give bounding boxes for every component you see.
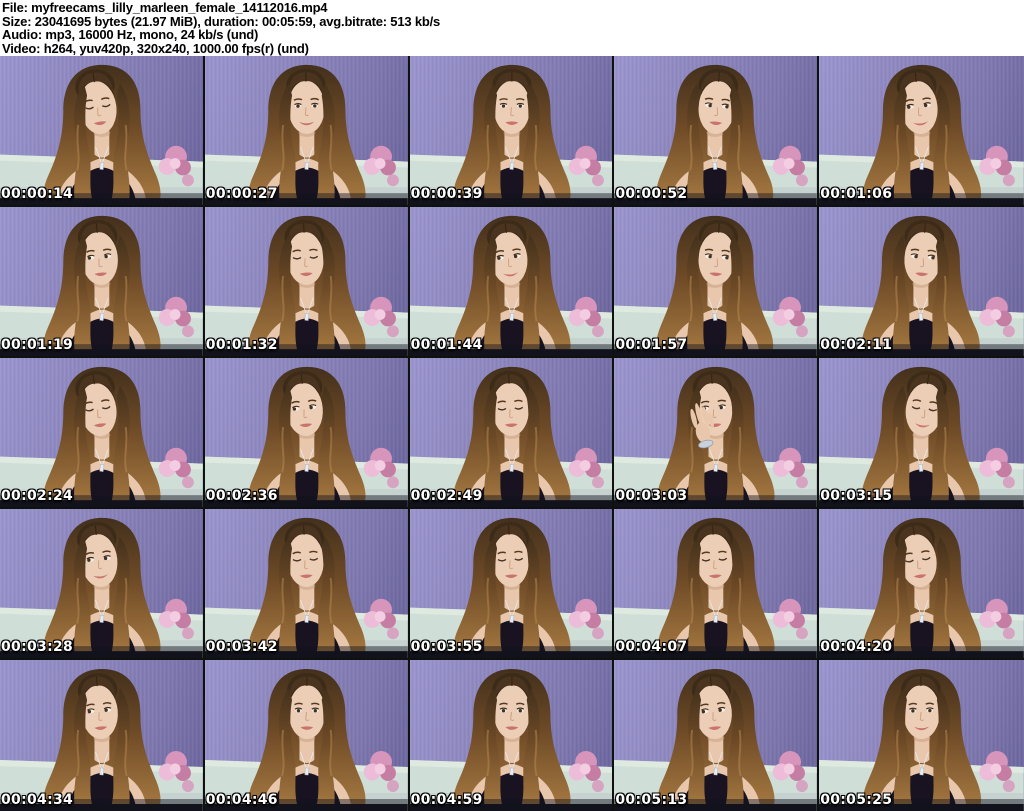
video-thumbnail: 00:03:15 <box>819 358 1024 509</box>
video-thumbnail: 00:03:55 <box>409 509 615 660</box>
video-thumbnail: 00:01:19 <box>0 207 205 358</box>
timestamp-overlay: 00:04:34 <box>1 792 74 808</box>
contact-sheet: File: myfreecams_lilly_marleen_female_14… <box>0 0 1024 811</box>
video-thumbnail: 00:03:42 <box>204 509 410 660</box>
timestamp-overlay: 00:01:32 <box>205 337 278 353</box>
video-thumbnail: 00:00:14 <box>0 56 205 207</box>
timestamp-overlay: 00:03:03 <box>615 488 688 504</box>
timestamp-overlay: 00:00:27 <box>205 186 278 202</box>
video-thumbnail: 00:01:57 <box>614 207 820 358</box>
timestamp-overlay: 00:01:06 <box>820 186 893 202</box>
timestamp-overlay: 00:04:07 <box>615 639 688 655</box>
timestamp-overlay: 00:04:46 <box>205 792 278 808</box>
timestamp-overlay: 00:01:19 <box>1 337 74 353</box>
timestamp-overlay: 00:03:55 <box>410 639 483 655</box>
timestamp-overlay: 00:03:15 <box>820 488 893 504</box>
timestamp-overlay: 00:02:49 <box>410 488 483 504</box>
video-thumbnail: 00:01:32 <box>204 207 410 358</box>
video-thumbnail: 00:05:13 <box>614 660 820 811</box>
video-thumbnail: 00:01:44 <box>409 207 615 358</box>
video-thumbnail: 00:04:34 <box>0 660 205 811</box>
timestamp-overlay: 00:05:25 <box>820 792 893 808</box>
video-thumbnail: 00:03:03 <box>614 358 820 509</box>
timestamp-overlay: 00:00:14 <box>1 186 74 202</box>
timestamp-overlay: 00:00:52 <box>615 186 688 202</box>
timestamp-overlay: 00:01:57 <box>615 337 688 353</box>
metadata-header: File: myfreecams_lilly_marleen_female_14… <box>0 0 1024 56</box>
thumbnail-grid: 00:00:14 00:00:27 00:00:39 00:00:52 00:01:06… <box>0 56 1024 811</box>
video-thumbnail: 00:02:11 <box>819 207 1024 358</box>
video-thumbnail: 00:03:28 <box>0 509 205 660</box>
timestamp-overlay: 00:05:13 <box>615 792 688 808</box>
metadata-line-file: File: myfreecams_lilly_marleen_female_14… <box>2 0 328 15</box>
video-thumbnail: 00:00:52 <box>614 56 820 207</box>
video-thumbnail: 00:00:39 <box>409 56 615 207</box>
timestamp-overlay: 00:02:11 <box>820 337 893 353</box>
video-thumbnail: 00:04:20 <box>819 509 1024 660</box>
timestamp-overlay: 00:01:44 <box>410 337 483 353</box>
video-thumbnail: 00:02:24 <box>0 358 205 509</box>
video-thumbnail: 00:05:25 <box>819 660 1024 811</box>
video-thumbnail: 00:04:07 <box>614 509 820 660</box>
timestamp-overlay: 00:04:59 <box>410 792 483 808</box>
video-thumbnail: 00:02:36 <box>204 358 410 509</box>
metadata-line-audio: Audio: mp3, 16000 Hz, mono, 24 kb/s (und… <box>2 27 259 42</box>
video-thumbnail: 00:01:06 <box>819 56 1024 207</box>
video-thumbnail: 00:04:59 <box>409 660 615 811</box>
video-thumbnail: 00:00:27 <box>204 56 410 207</box>
timestamp-overlay: 00:04:20 <box>820 639 893 655</box>
timestamp-overlay: 00:00:39 <box>410 186 483 202</box>
timestamp-overlay: 00:02:36 <box>205 488 278 504</box>
timestamp-overlay: 00:03:28 <box>1 639 74 655</box>
metadata-line-size: Size: 23041695 bytes (21.97 MiB), durati… <box>2 13 441 29</box>
metadata-line-video: Video: h264, yuv420p, 320x240, 1000.00 f… <box>2 40 309 56</box>
timestamp-overlay: 00:02:24 <box>1 488 74 504</box>
video-thumbnail: 00:04:46 <box>204 660 410 811</box>
timestamp-overlay: 00:03:42 <box>205 639 278 655</box>
video-thumbnail: 00:02:49 <box>409 358 615 509</box>
